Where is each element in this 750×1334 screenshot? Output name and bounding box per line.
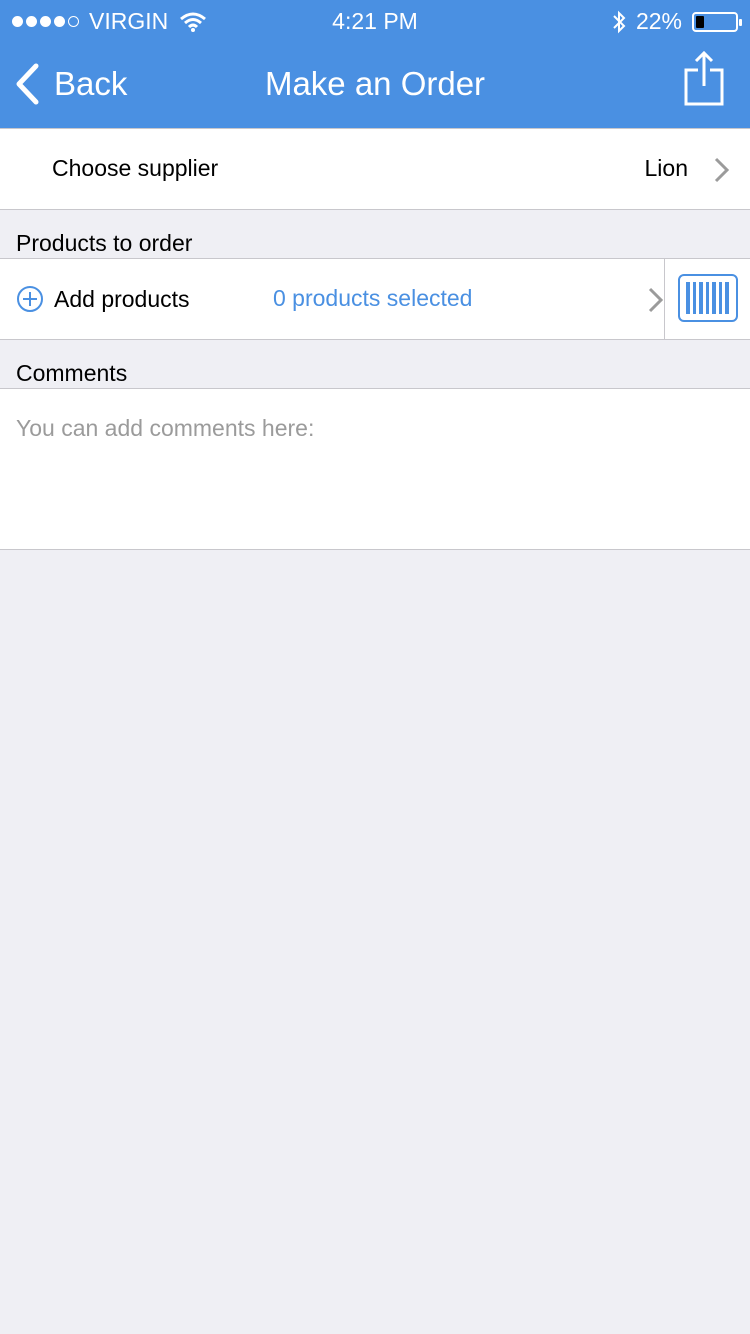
chevron-right-icon [714,157,730,183]
battery-level [696,15,704,28]
back-chevron-icon [16,63,39,105]
battery-percent: 22% [635,8,682,34]
products-section-title: Products to order [16,230,193,256]
app-header: VIRGIN 4:21 PM 22% Make an Order Back [0,0,750,128]
choose-supplier-row[interactable]: Choose supplier Lion [0,128,750,210]
status-right: 22% [612,8,742,35]
comments-input[interactable] [0,389,748,549]
plus-circle-icon [17,286,43,312]
back-button[interactable]: Back [14,62,127,106]
add-products-button[interactable]: Add products [16,259,190,339]
supplier-value: Lion [644,155,688,181]
barcode-scan-button[interactable] [678,274,738,322]
chevron-right-icon[interactable] [648,287,664,313]
barcode-icon [686,282,729,314]
navigation-bar: Make an Order Back [0,40,750,128]
back-label: Back [54,65,128,102]
status-bar: VIRGIN 4:21 PM 22% [0,0,750,40]
bluetooth-icon [613,10,626,33]
products-selected-count[interactable]: 0 products selected [273,285,472,312]
comments-section-title: Comments [16,360,128,386]
comments-box [0,388,750,550]
share-icon[interactable] [684,50,724,106]
supplier-label: Choose supplier [52,155,219,181]
products-row: Add products 0 products selected [0,258,750,340]
add-products-label: Add products [54,285,190,312]
divider [664,259,665,339]
battery-icon [692,11,742,32]
